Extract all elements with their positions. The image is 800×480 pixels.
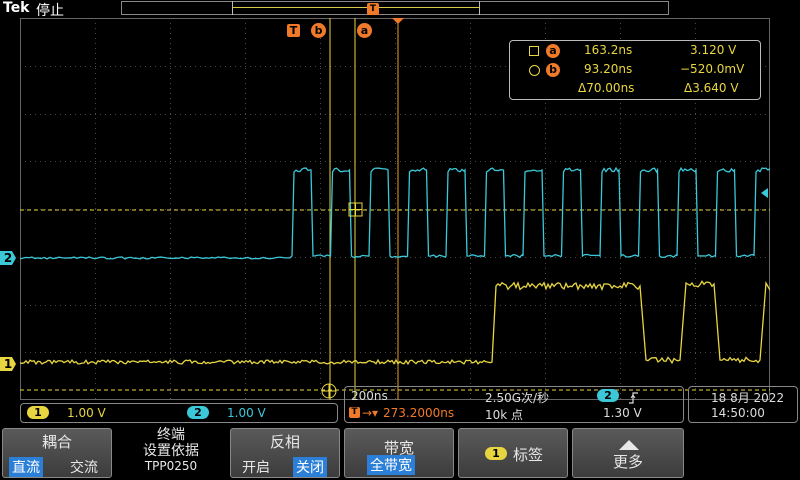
record-length: 10k 点 [485,406,523,423]
ch2-ground-marker[interactable]: 2 [0,251,16,265]
rising-edge-icon [629,389,639,401]
trigger-level[interactable]: 1.30 V [603,406,642,420]
bandwidth-value: 全带宽 [367,455,415,475]
chevron-up-icon [619,435,639,445]
cursor-a-time: 163.2ns [584,43,632,57]
label-channel-badge: 1 [485,447,507,460]
cursor-a-value: 3.120 V [690,43,736,57]
record-trigger-marker: T [367,3,379,15]
datetime-panel: 18 8月 2022 14:50:00 [688,386,798,423]
date: 18 8月 2022 [711,389,784,406]
ch1-scale[interactable]: 1.00 V [67,406,106,420]
record-view-line [232,7,480,8]
cursor-square-icon [529,46,539,56]
trigger-source-badge[interactable]: 2 [597,389,619,402]
ch2-badge[interactable]: 2 [187,406,209,419]
invert-on-option[interactable]: 开启 [239,457,273,477]
invert-title: 反相 [231,431,339,452]
brand-logo: Tek [3,0,30,16]
record-view-window[interactable] [232,1,480,15]
ch1-ground-marker[interactable]: 1 [0,357,16,371]
termination-button[interactable]: 终端 设置依据 TPP0250 [115,428,227,478]
sample-rate: 2.50G次/秒 [485,389,549,406]
bandwidth-button[interactable]: 带宽 全带宽 [344,428,454,478]
more-button[interactable]: 更多 [572,428,684,478]
cursor-b-badge: b [546,63,560,77]
invert-button[interactable]: 反相 开启 关闭 [230,428,340,478]
label-button[interactable]: 1 标签 [458,428,568,478]
trigger-position[interactable]: 273.2000ns [383,406,454,420]
trigger-arrow-icon: →▾ [362,406,378,420]
more-title: 更多 [573,451,683,472]
coupling-button[interactable]: 耦合 直流 交流 [2,428,112,478]
cursor-b-value: −520.0mV [680,62,744,76]
cursor-delta-time: Δ70.00ns [578,81,634,95]
invert-off-option[interactable]: 关闭 [293,457,327,477]
trigger-pos-marker: T [349,407,360,418]
coupling-dc-option[interactable]: 直流 [9,457,43,477]
coupling-title: 耦合 [3,431,111,452]
ch2-scale[interactable]: 1.00 V [227,406,266,420]
termination-subtitle: 设置依据 [115,440,227,460]
cursor-a-badge: a [546,44,560,58]
cursor-circle-icon [529,65,540,76]
coupling-ac-option[interactable]: 交流 [67,457,101,477]
label-title: 标签 [513,444,543,465]
cursor-delta-value: Δ3.640 V [684,81,739,95]
time: 14:50:00 [711,406,765,420]
time-per-div[interactable]: 200ns [351,389,388,403]
channel-scale-panel: 1 1.00 V 2 1.00 V [20,403,338,423]
cursor-a-marker[interactable]: a [357,23,372,38]
cursor-b-time: 93.20ns [584,62,632,76]
trigger-marker: T [287,24,300,37]
probe-model: TPP0250 [115,459,227,473]
acquisition-status: 停止 [36,0,64,20]
cursor-readout-panel: a 163.2ns 3.120 V b 93.20ns −520.0mV Δ70… [509,40,761,100]
cursor-b-marker[interactable]: b [311,23,326,38]
ch1-badge[interactable]: 1 [27,406,49,419]
horizontal-trigger-panel: 200ns 2.50G次/秒 2 T →▾ 273.2000ns 10k 点 1… [344,386,684,423]
